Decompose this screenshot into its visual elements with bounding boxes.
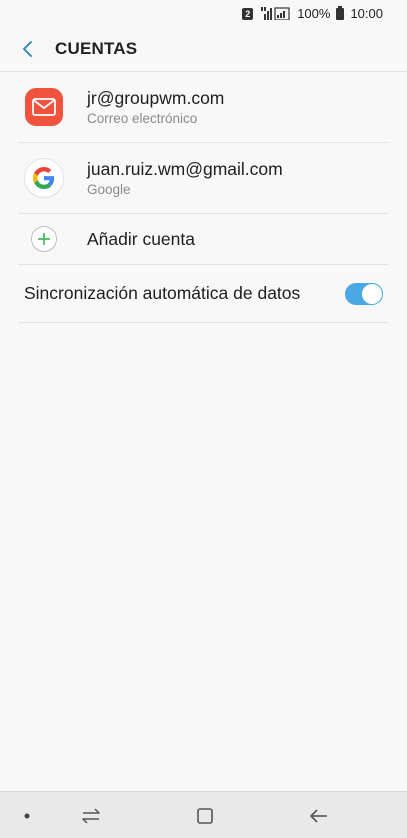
google-icon — [25, 159, 63, 197]
dot-icon[interactable] — [19, 792, 35, 838]
add-account-text: Añadir cuenta — [87, 228, 195, 250]
account-row-email[interactable]: jr@groupwm.com Correo electrónico — [18, 72, 389, 143]
account-subtitle: Google — [87, 181, 131, 197]
back-icon — [310, 808, 327, 823]
chevron-left-icon — [23, 41, 32, 57]
back-nav-button[interactable] — [298, 792, 340, 838]
account-title: jr@groupwm.com — [87, 87, 225, 108]
add-account-button[interactable]: Añadir cuenta — [18, 214, 389, 265]
add-icon-wrapper — [24, 219, 64, 259]
add-account-label: Añadir cuenta — [87, 229, 195, 249]
accounts-screen: 2 100% 10:00 CUENTAS jr@groupwm.com Corr… — [0, 0, 407, 838]
signal-icon — [261, 7, 291, 20]
account-text: jr@groupwm.com Correo electrónico — [87, 87, 224, 128]
home-icon — [197, 807, 213, 824]
account-row-google[interactable]: juan.ruiz.wm@gmail.com Google — [18, 143, 389, 214]
account-text: juan.ruiz.wm@gmail.com Google — [87, 158, 283, 199]
status-bar: 2 100% 10:00 — [0, 0, 407, 27]
page-title: CUENTAS — [55, 39, 138, 58]
battery-icon — [336, 5, 345, 20]
navigation-bar — [0, 791, 407, 838]
account-title: juan.ruiz.wm@gmail.com — [87, 158, 283, 179]
clock: 10:00 — [350, 6, 383, 21]
account-subtitle: Correo electrónico — [87, 110, 198, 126]
accounts-list: jr@groupwm.com Correo electrónico juan.r… — [18, 72, 389, 323]
back-button[interactable] — [10, 31, 46, 67]
auto-sync-row[interactable]: Sincronización automática de datos — [18, 265, 389, 323]
auto-sync-label: Sincronización automática de datos — [24, 283, 301, 303]
auto-sync-toggle[interactable] — [345, 282, 383, 305]
home-button[interactable] — [184, 792, 226, 838]
plus-icon — [31, 226, 57, 252]
app-header: CUENTAS — [0, 27, 407, 71]
account-icon-wrapper — [24, 158, 64, 198]
account-icon-wrapper — [24, 87, 64, 127]
sim-badge: 2 — [242, 7, 254, 20]
battery-percent: 100% — [297, 6, 331, 21]
recent-apps-button[interactable] — [70, 792, 112, 838]
email-icon — [25, 88, 63, 126]
recent-apps-icon — [82, 807, 100, 824]
toggle-knob — [361, 282, 383, 305]
